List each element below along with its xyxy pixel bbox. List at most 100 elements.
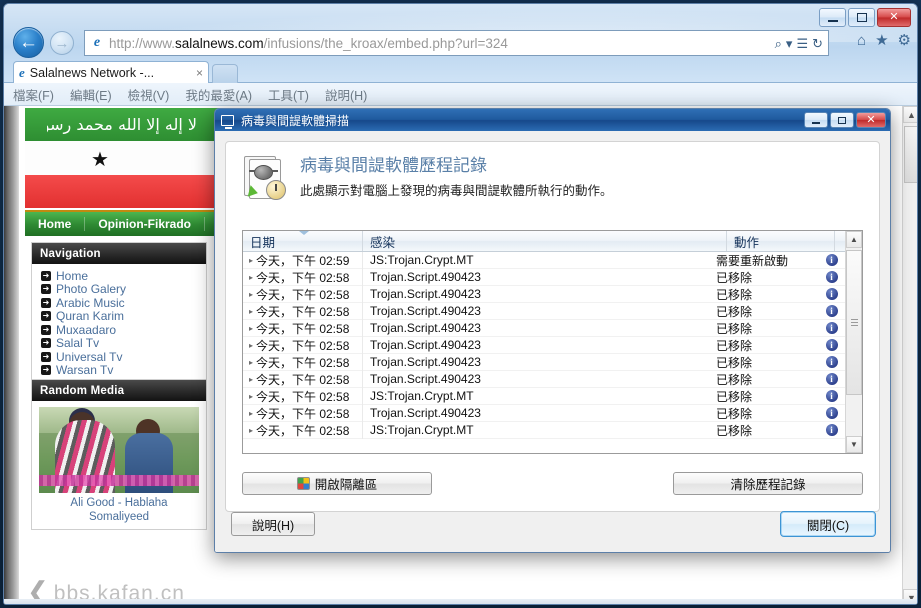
nav-link-arabic-music[interactable]: ➜ Arabic Music [32, 296, 206, 310]
expander-icon[interactable]: ▸ [246, 405, 256, 422]
info-icon[interactable]: i [825, 390, 838, 402]
info-icon[interactable]: i [825, 424, 838, 436]
nav-link-home[interactable]: ➜ Home [32, 269, 206, 283]
table-row[interactable]: ▸ 今天，下午 02:58 Trojan.Script.490423 已移除 i [243, 285, 845, 303]
cell-infection: Trojan.Script.490423 [370, 355, 481, 369]
address-bar[interactable]: e http://www.salalnews.com/infusions/the… [84, 30, 829, 56]
info-icon[interactable]: i [825, 373, 838, 385]
menu-view[interactable]: 檢視(V) [128, 85, 170, 104]
tab-close-icon[interactable]: × [192, 66, 203, 80]
cell-date: 今天，下午 02:58 [256, 372, 350, 387]
expander-icon[interactable]: ▸ [246, 286, 256, 303]
menu-help[interactable]: 說明(H) [325, 85, 367, 104]
home-icon[interactable]: ⌂ [857, 32, 866, 49]
cell-action: 已移除 [716, 389, 753, 404]
scroll-up-button[interactable]: ▲ [903, 106, 917, 123]
expander-icon[interactable]: ▸ [246, 320, 256, 337]
table-row[interactable]: ▸ 今天，下午 02:58 Trojan.Script.490423 已移除 i [243, 302, 845, 320]
dialog-title-bar[interactable]: 病毒與間諟軟體掃描 ✕ [215, 109, 890, 131]
search-icon[interactable]: ⌕ [775, 37, 782, 50]
table-row[interactable]: ▸ 今天，下午 02:58 Trojan.Script.490423 已移除 i [243, 268, 845, 286]
table-row[interactable]: ▸ 今天，下午 02:58 Trojan.Script.490423 已移除 i [243, 336, 845, 354]
info-icon[interactable]: i [825, 322, 838, 334]
column-header-date[interactable]: 日期 [243, 231, 363, 251]
refresh-icon[interactable]: ↻ [812, 37, 823, 50]
media-caption[interactable]: Ali Good - Hablaha Somaliyeed [39, 493, 199, 524]
back-button[interactable]: ← [13, 27, 44, 58]
maximize-button[interactable] [848, 8, 875, 27]
cell-infection: Trojan.Script.490423 [370, 372, 481, 386]
minimize-button[interactable] [819, 8, 846, 27]
clear-history-button[interactable]: 清除歷程記錄 [673, 472, 863, 495]
expander-icon[interactable]: ▸ [246, 337, 256, 354]
table-row[interactable]: ▸ 今天，下午 02:58 JS:Trojan.Crypt.MT 已移除 i [243, 421, 845, 439]
nav-link-muxaadaro[interactable]: ➜ Muxaadaro [32, 323, 206, 337]
listview-scroll-thumb[interactable] [846, 250, 862, 395]
table-row[interactable]: ▸ 今天，下午 02:58 Trojan.Script.490423 已移除 i [243, 319, 845, 337]
favorites-star-icon[interactable]: ★ [875, 31, 888, 49]
table-row[interactable]: ▸ 今天，下午 02:58 Trojan.Script.490423 已移除 i [243, 404, 845, 422]
expander-icon[interactable]: ▸ [246, 388, 256, 405]
column-header-action[interactable]: 動作 [727, 231, 835, 251]
expander-icon[interactable]: ▸ [246, 252, 256, 269]
chevron-down-icon[interactable]: ▾ [786, 37, 793, 50]
arrow-icon: ➜ [41, 284, 51, 295]
cell-infection: Trojan.Script.490423 [370, 304, 481, 318]
site-nav-home[interactable]: Home [25, 217, 86, 231]
browser-chrome: ✕ ← → e http://www.salalnews.com/infusio… [4, 4, 917, 106]
nav-link-warsan-tv[interactable]: ➜ Warsan Tv [32, 363, 206, 377]
info-icon[interactable]: i [825, 356, 838, 368]
cell-infection: Trojan.Script.490423 [370, 338, 481, 352]
info-icon[interactable]: i [825, 339, 838, 351]
dialog-close-button[interactable]: ✕ [856, 112, 886, 128]
shield-icon [296, 477, 310, 490]
tab-salalnews[interactable]: e Salalnews Network -... × [13, 61, 209, 83]
new-tab-button[interactable] [212, 64, 238, 83]
expander-icon[interactable]: ▸ [246, 354, 256, 371]
dialog-maximize-button[interactable] [830, 112, 854, 128]
info-icon[interactable]: i [825, 305, 838, 317]
menu-favorites[interactable]: 我的最愛(A) [185, 85, 252, 104]
listview-scrollbar[interactable]: ▲ ▼ [845, 231, 862, 453]
table-row[interactable]: ▸ 今天，下午 02:58 Trojan.Script.490423 已移除 i [243, 353, 845, 371]
expander-icon[interactable]: ▸ [246, 371, 256, 388]
site-nav-opinion[interactable]: Opinion-Fikrado [85, 217, 206, 231]
compatibility-view-icon[interactable]: ☰ [796, 37, 808, 50]
open-quarantine-button[interactable]: 開啟隔離區 [242, 472, 432, 495]
menu-tools[interactable]: 工具(T) [268, 85, 309, 104]
close-dialog-button[interactable]: 關閉(C) [780, 511, 876, 537]
nav-link-label: Muxaadaro [56, 322, 117, 337]
scroll-thumb[interactable] [904, 126, 917, 183]
expander-icon[interactable]: ▸ [246, 422, 256, 439]
nav-link-salal-tv[interactable]: ➜ Salal Tv [32, 336, 206, 350]
menu-edit[interactable]: 編輯(E) [70, 85, 112, 104]
status-bar [4, 599, 917, 604]
info-icon[interactable]: i [825, 254, 838, 266]
info-icon[interactable]: i [825, 271, 838, 283]
media-thumbnail[interactable] [39, 407, 199, 493]
page-scrollbar[interactable]: ▲ ▼ [902, 106, 917, 604]
nav-link-universal-tv[interactable]: ➜ Universal Tv [32, 350, 206, 364]
column-header-infection[interactable]: 感染 [363, 231, 727, 251]
history-listview[interactable]: 日期 感染 動作 ▸ 今天，下午 02:59 JS:Trojan.Crypt.MT… [242, 230, 863, 454]
nav-link-photo-galery[interactable]: ➜ Photo Galery [32, 282, 206, 296]
info-icon[interactable]: i [825, 288, 838, 300]
listview-scroll-down-button[interactable]: ▼ [846, 436, 862, 453]
help-button[interactable]: 說明(H) [231, 512, 315, 536]
menu-file[interactable]: 檔案(F) [13, 85, 54, 104]
expander-icon[interactable]: ▸ [246, 269, 256, 286]
gear-icon[interactable]: ⚙ [898, 31, 911, 49]
forward-button[interactable]: → [50, 31, 74, 55]
expander-icon[interactable]: ▸ [246, 303, 256, 320]
cell-infection: Trojan.Script.490423 [370, 270, 481, 284]
info-icon[interactable]: i [825, 407, 838, 419]
dialog-minimize-button[interactable] [804, 112, 828, 128]
nav-link-quran-karim[interactable]: ➜ Quran Karim [32, 309, 206, 323]
close-button[interactable]: ✕ [877, 8, 911, 27]
cell-action: 已移除 [716, 423, 753, 438]
table-row[interactable]: ▸ 今天，下午 02:58 Trojan.Script.490423 已移除 i [243, 370, 845, 388]
table-row[interactable]: ▸ 今天，下午 02:59 JS:Trojan.Crypt.MT 需要重新啟動 i [243, 252, 845, 269]
table-row[interactable]: ▸ 今天，下午 02:58 JS:Trojan.Crypt.MT 已移除 i [243, 387, 845, 405]
cell-date: 今天，下午 02:58 [256, 355, 350, 370]
listview-scroll-up-button[interactable]: ▲ [846, 231, 862, 248]
